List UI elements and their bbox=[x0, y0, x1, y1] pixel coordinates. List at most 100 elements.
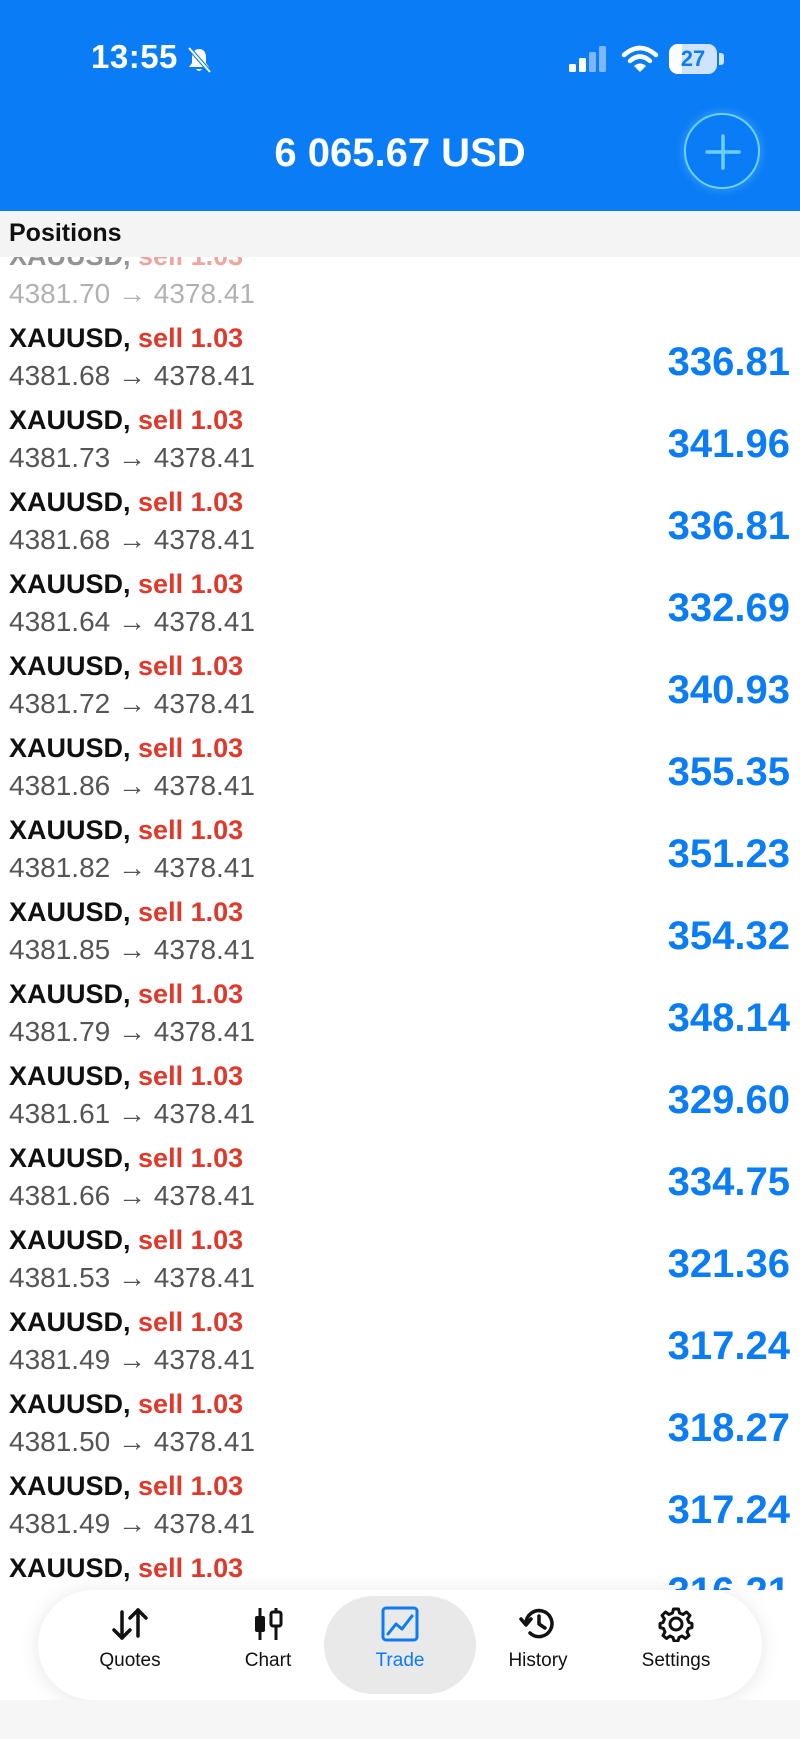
positions-section-header: Positions bbox=[0, 211, 800, 257]
bell-muted-icon bbox=[187, 46, 212, 74]
position-row[interactable]: XAUUSD, sell 1.03 4381.49 → 4378.41 317.24 bbox=[0, 1297, 800, 1379]
position-row[interactable]: XAUUSD, sell 1.03 4381.64 → 4378.41 332.69 bbox=[0, 559, 800, 641]
position-profit: 317.24 bbox=[667, 1324, 790, 1368]
position-volume: 1.03 bbox=[190, 1553, 244, 1583]
position-title: XAUUSD, sell 1.03 bbox=[9, 733, 243, 764]
position-prices: 4381.72 → 4378.41 bbox=[9, 688, 255, 719]
position-title: XAUUSD, sell 1.03 bbox=[9, 405, 243, 436]
position-row[interactable]: XAUUSD, sell 1.03 4381.61 → 4378.41 329.60 bbox=[0, 1051, 800, 1133]
position-type: sell bbox=[138, 257, 183, 271]
position-profit: 340.93 bbox=[667, 668, 790, 712]
position-profit: 318.27 bbox=[667, 1406, 790, 1450]
tab-quotes-label: Quotes bbox=[99, 1650, 161, 1671]
position-title: XAUUSD, sell 1.03 bbox=[9, 1061, 243, 1092]
position-symbol: XAUUSD, bbox=[9, 405, 131, 435]
position-volume: 1.03 bbox=[190, 651, 244, 681]
position-prices: 4381.68 → 4378.41 bbox=[9, 524, 255, 555]
position-prices: 4381.68 → 4378.41 bbox=[9, 360, 255, 391]
position-type: sell bbox=[138, 1471, 184, 1501]
position-type: sell bbox=[138, 1225, 184, 1255]
position-title: XAUUSD, sell 1.03 bbox=[9, 979, 243, 1010]
position-row[interactable]: XAUUSD, sell 1.03 4381.85 → 4378.41 354.32 bbox=[0, 887, 800, 969]
position-row[interactable]: XAUUSD, sell 1.03 4381.68 → 4378.41 336.81 bbox=[0, 477, 800, 559]
position-row[interactable]: XAUUSD, sell 1.03 4381.66 → 4378.41 334.75 bbox=[0, 1133, 800, 1215]
position-title: XAUUSD, sell 1.03 bbox=[9, 257, 243, 272]
position-row[interactable]: XAUUSD, sell 1.03 4381.82 → 4378.41 351.23 bbox=[0, 805, 800, 887]
position-volume: 1.03 bbox=[190, 1061, 244, 1091]
tab-quotes[interactable]: Quotes bbox=[60, 1596, 200, 1694]
positions-list[interactable]: XAUUSD, sell 1.034381.70 → 4378.41XAUUSD… bbox=[0, 257, 800, 1590]
tab-trade-label: Trade bbox=[375, 1650, 425, 1671]
position-row[interactable]: XAUUSD, sell 1.03 4381.72 → 4378.41 340.93 bbox=[0, 641, 800, 723]
position-title: XAUUSD, sell 1.03 bbox=[9, 323, 243, 354]
position-symbol: XAUUSD, bbox=[9, 1061, 131, 1091]
position-type: sell bbox=[138, 1143, 184, 1173]
position-profit: 336.81 bbox=[667, 504, 790, 548]
position-type: sell bbox=[138, 1389, 184, 1419]
position-row[interactable]: XAUUSD, sell 1.034381.48 → 4378.41316.21 bbox=[0, 1543, 800, 1590]
position-row[interactable]: XAUUSD, sell 1.03 4381.68 → 4378.41 336.81 bbox=[0, 313, 800, 395]
tab-chart[interactable]: Chart bbox=[198, 1596, 338, 1694]
position-symbol: XAUUSD, bbox=[9, 1143, 131, 1173]
position-profit: 348.14 bbox=[667, 996, 790, 1040]
position-volume: 1.03 bbox=[190, 979, 244, 1009]
position-type: sell bbox=[138, 733, 184, 763]
position-symbol: XAUUSD, bbox=[9, 323, 131, 353]
position-prices: 4381.86 → 4378.41 bbox=[9, 770, 255, 801]
position-symbol: XAUUSD, bbox=[9, 257, 131, 271]
wifi-icon bbox=[621, 45, 659, 72]
position-volume: 1.03 bbox=[190, 733, 244, 763]
position-row[interactable]: XAUUSD, sell 1.03 4381.70 → 4378.41 bbox=[0, 257, 800, 313]
position-title: XAUUSD, sell 1.03 bbox=[9, 1553, 243, 1584]
position-volume: 1.03 bbox=[190, 1143, 244, 1173]
position-type: sell bbox=[138, 1061, 184, 1091]
account-balance: 6 065.67 USD bbox=[274, 131, 526, 175]
position-row[interactable]: XAUUSD, sell 1.03 4381.79 → 4378.41 348.14 bbox=[0, 969, 800, 1051]
position-volume: 1.03 bbox=[190, 487, 244, 517]
position-volume: 1.03 bbox=[191, 257, 244, 271]
status-time: 13:55 bbox=[91, 38, 178, 75]
position-symbol: XAUUSD, bbox=[9, 487, 131, 517]
position-prices: 4381.82 → 4378.41 bbox=[9, 852, 255, 883]
position-symbol: XAUUSD, bbox=[9, 569, 131, 599]
position-row[interactable]: XAUUSD, sell 1.03 4381.86 → 4378.41 355.35 bbox=[0, 723, 800, 805]
position-symbol: XAUUSD, bbox=[9, 1307, 131, 1337]
app-header: 13:55 27 6 065.67 USD bbox=[0, 0, 800, 211]
position-row[interactable]: XAUUSD, sell 1.03 4381.49 → 4378.41 317.24 bbox=[0, 1461, 800, 1543]
tab-trade[interactable]: Trade bbox=[324, 1596, 476, 1694]
position-profit: 355.35 bbox=[667, 750, 790, 794]
position-volume: 1.03 bbox=[190, 569, 244, 599]
position-symbol: XAUUSD, bbox=[9, 979, 131, 1009]
position-title: XAUUSD, sell 1.03 bbox=[9, 1307, 243, 1338]
position-volume: 1.03 bbox=[190, 1307, 244, 1337]
position-type: sell bbox=[138, 979, 184, 1009]
plus-icon bbox=[705, 134, 741, 170]
position-row[interactable]: XAUUSD, sell 1.03 4381.50 → 4378.41 318.27 bbox=[0, 1379, 800, 1461]
position-prices: 4381.70 → 4378.41 bbox=[9, 278, 255, 309]
position-prices: 4381.85 → 4378.41 bbox=[9, 934, 255, 965]
position-title: XAUUSD, sell 1.03 bbox=[9, 1225, 243, 1256]
position-volume: 1.03 bbox=[190, 815, 244, 845]
position-title: XAUUSD, sell 1.03 bbox=[9, 651, 243, 682]
gear-icon bbox=[658, 1607, 694, 1642]
position-profit: 316.21 bbox=[668, 1570, 790, 1590]
position-volume: 1.03 bbox=[190, 1225, 244, 1255]
position-volume: 1.03 bbox=[190, 1389, 244, 1419]
tab-settings[interactable]: Settings bbox=[606, 1596, 746, 1694]
position-prices: 4381.73 → 4378.41 bbox=[9, 442, 255, 473]
position-symbol: XAUUSD, bbox=[9, 733, 131, 763]
position-symbol: XAUUSD, bbox=[9, 1553, 131, 1583]
position-prices: 4381.50 → 4378.41 bbox=[9, 1426, 255, 1457]
position-row[interactable]: XAUUSD, sell 1.03 4381.53 → 4378.41 321.36 bbox=[0, 1215, 800, 1297]
position-row[interactable]: XAUUSD, sell 1.03 4381.73 → 4378.41 341.96 bbox=[0, 395, 800, 477]
cellular-signal-icon bbox=[569, 46, 606, 72]
position-profit: 317.24 bbox=[667, 1488, 790, 1532]
position-volume: 1.03 bbox=[190, 897, 244, 927]
trade-chart-icon bbox=[381, 1606, 419, 1642]
position-volume: 1.03 bbox=[190, 405, 244, 435]
battery-percentage: 27 bbox=[680, 46, 706, 71]
tab-history[interactable]: History bbox=[468, 1596, 608, 1694]
candlestick-icon bbox=[255, 1608, 283, 1640]
home-indicator-area bbox=[0, 1700, 800, 1739]
new-order-button[interactable] bbox=[684, 113, 760, 189]
